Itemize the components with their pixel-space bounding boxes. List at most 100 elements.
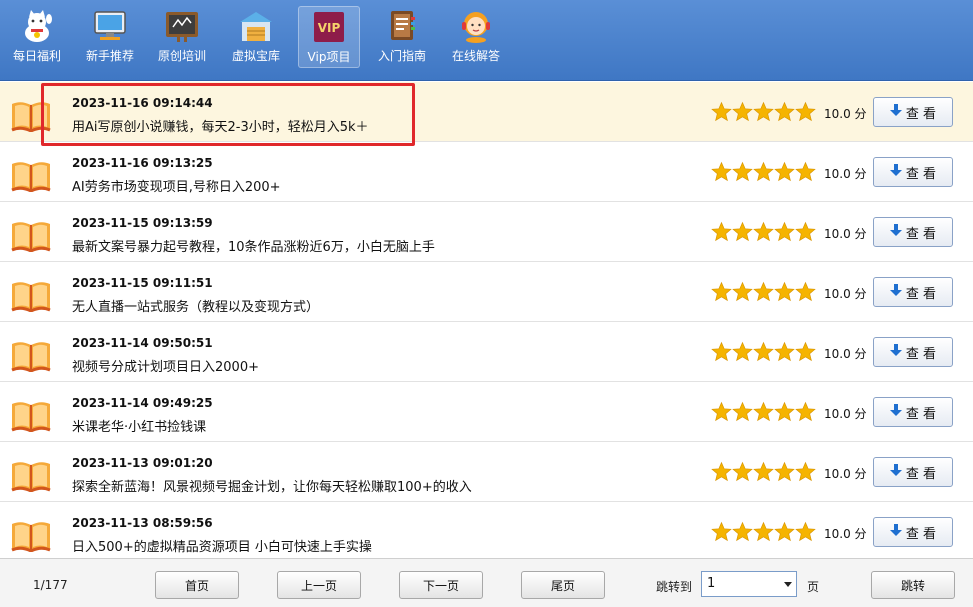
star-icon <box>732 221 753 242</box>
open-book-icon <box>10 340 52 373</box>
list-item[interactable]: 2023-11-15 09:13:59 最新文案号暴力起号教程，10条作品涨粉近6… <box>0 202 973 262</box>
rating-stars <box>711 401 817 423</box>
star-icon <box>795 221 816 242</box>
tool-original-training[interactable]: 原创培训 <box>152 6 212 68</box>
rating-stars <box>711 281 817 303</box>
star-icon <box>774 341 795 362</box>
download-arrow-icon <box>889 403 902 421</box>
list-item[interactable]: 2023-11-14 09:50:51 视频号分成计划项目日入2000+ 10.0 … <box>0 322 973 382</box>
download-arrow-icon <box>889 163 902 181</box>
star-icon <box>774 221 795 242</box>
list-item[interactable]: 2023-11-16 09:14:44 用Ai写原创小说赚钱，每天2-3小时，轻松… <box>0 82 973 142</box>
list-item[interactable]: 2023-11-15 09:11:51 无人直播一站式服务（教程以及变现方式） 10… <box>0 262 973 322</box>
item-date: 2023-11-15 09:11:51 <box>72 276 213 290</box>
star-icon <box>732 401 753 422</box>
item-date: 2023-11-13 09:01:20 <box>72 456 213 470</box>
open-book-icon <box>10 220 52 253</box>
star-icon <box>711 161 732 182</box>
open-book-icon <box>10 460 52 493</box>
star-icon <box>732 521 753 542</box>
view-button[interactable]: 查 看 <box>873 277 953 307</box>
star-icon <box>753 221 774 242</box>
item-title[interactable]: 米课老华·小红书捡钱课 <box>72 416 206 435</box>
first-page-button[interactable]: 首页 <box>155 571 239 599</box>
download-arrow-icon <box>889 223 902 241</box>
view-button[interactable]: 查 看 <box>873 457 953 487</box>
download-arrow-icon <box>889 463 902 481</box>
open-book-icon <box>10 160 52 193</box>
score-value: 10.0 <box>824 287 851 301</box>
page-select-value: 1 <box>707 576 716 591</box>
tool-virtual-treasury[interactable]: 虚拟宝库 <box>226 6 286 68</box>
view-button[interactable]: 查 看 <box>873 97 953 127</box>
item-date: 2023-11-14 09:50:51 <box>72 336 213 350</box>
star-icon <box>753 341 774 362</box>
tool-label: Vip项目 <box>307 50 351 64</box>
star-icon <box>753 461 774 482</box>
item-title[interactable]: 用Ai写原创小说赚钱，每天2-3小时，轻松月入5k＋ <box>72 116 369 135</box>
star-icon <box>732 161 753 182</box>
view-button[interactable]: 查 看 <box>873 217 953 247</box>
rating-stars <box>711 521 817 543</box>
item-date: 2023-11-14 09:49:25 <box>72 396 213 410</box>
page-select[interactable]: 1 <box>701 571 797 597</box>
tool-label: 入门指南 <box>377 49 426 63</box>
item-title[interactable]: AI劳务市场变现项目,号称日入200+ <box>72 176 281 195</box>
list-item[interactable]: 2023-11-14 09:49:25 米课老华·小红书捡钱课 10.0 分 查 看 <box>0 382 973 442</box>
rating-stars <box>711 161 817 183</box>
item-title[interactable]: 视频号分成计划项目日入2000+ <box>72 356 259 375</box>
list-item[interactable]: 2023-11-16 09:13:25 AI劳务市场变现项目,号称日入200+ 10… <box>0 142 973 202</box>
view-button[interactable]: 查 看 <box>873 397 953 427</box>
go-button[interactable]: 跳转 <box>871 571 955 599</box>
star-icon <box>711 281 732 302</box>
star-icon <box>711 341 732 362</box>
open-book-icon <box>10 280 52 313</box>
view-button[interactable]: 查 看 <box>873 337 953 367</box>
tool-beginner-recommend[interactable]: 新手推荐 <box>80 6 140 68</box>
computer-icon <box>91 9 129 43</box>
item-title[interactable]: 日入500+的虚拟精品资源项目 小白可快速上手实操 <box>72 536 372 555</box>
star-icon <box>711 401 732 422</box>
download-arrow-icon <box>889 283 902 301</box>
download-arrow-icon <box>889 523 902 541</box>
next-page-button[interactable]: 下一页 <box>399 571 483 599</box>
last-page-button[interactable]: 尾页 <box>521 571 605 599</box>
star-icon <box>753 521 774 542</box>
download-arrow-icon <box>889 103 902 121</box>
star-icon <box>753 401 774 422</box>
rating-stars <box>711 221 817 243</box>
vip-badge-text: VIP <box>318 21 341 35</box>
tool-daily-welfare[interactable]: 每日福利 <box>4 6 70 68</box>
prev-page-button[interactable]: 上一页 <box>277 571 361 599</box>
tool-online-answers[interactable]: 在线解答 <box>446 6 506 68</box>
star-icon <box>795 461 816 482</box>
page-info: 1/177 <box>33 578 68 592</box>
star-icon <box>732 101 753 122</box>
item-title[interactable]: 最新文案号暴力起号教程，10条作品涨粉近6万，小白无脑上手 <box>72 236 435 255</box>
list-item[interactable]: 2023-11-13 08:59:56 日入500+的虚拟精品资源项目 小白可快速… <box>0 502 973 558</box>
view-button[interactable]: 查 看 <box>873 157 953 187</box>
rating-stars <box>711 461 817 483</box>
tool-getting-started[interactable]: 入门指南 <box>372 6 432 68</box>
list-item[interactable]: 2023-11-13 09:01:20 探索全新蓝海！风景视频号掘金计划，让你每天… <box>0 442 973 502</box>
item-title[interactable]: 无人直播一站式服务（教程以及变现方式） <box>72 296 319 315</box>
item-score: 10.0 分 <box>824 465 867 482</box>
download-arrow-icon <box>889 343 902 361</box>
tool-vip-projects[interactable]: VIP Vip项目 <box>298 6 360 68</box>
view-button-label: 查 看 <box>905 406 937 422</box>
star-icon <box>795 401 816 422</box>
item-score: 10.0 分 <box>824 105 867 122</box>
view-button[interactable]: 查 看 <box>873 517 953 547</box>
star-icon <box>732 281 753 302</box>
chevron-down-icon[interactable] <box>784 582 792 587</box>
open-book-icon <box>10 100 52 133</box>
item-score: 10.0 分 <box>824 225 867 242</box>
star-icon <box>753 281 774 302</box>
open-book-icon <box>10 520 52 553</box>
tool-label: 每日福利 <box>12 49 61 63</box>
star-icon <box>774 521 795 542</box>
star-icon <box>711 521 732 542</box>
item-title[interactable]: 探索全新蓝海！风景视频号掘金计划，让你每天轻松赚取100+的收入 <box>72 476 472 495</box>
view-button-label: 查 看 <box>905 166 937 182</box>
score-unit: 分 <box>854 227 867 241</box>
